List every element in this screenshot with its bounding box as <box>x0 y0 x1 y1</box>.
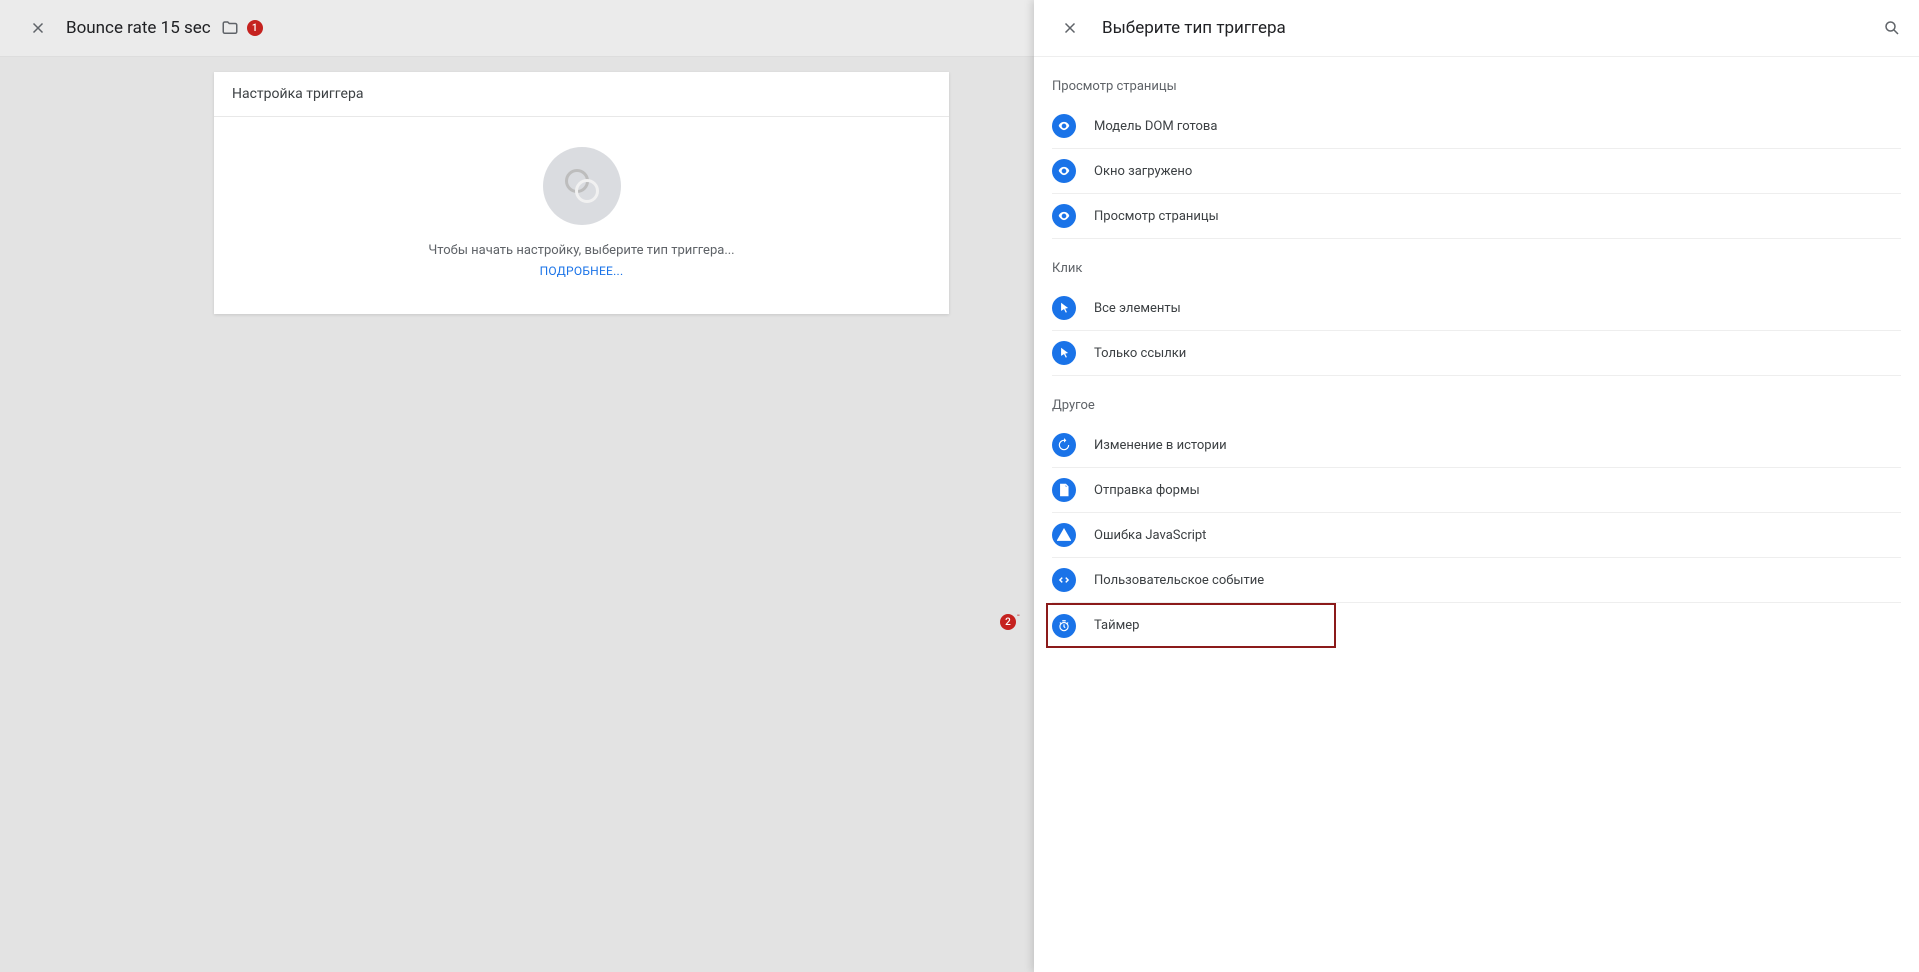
trigger-type-row[interactable]: Просмотр страницы <box>1052 194 1901 239</box>
eye-icon <box>1052 204 1076 228</box>
annotation-badge-2: 2 <box>1000 614 1016 630</box>
trigger-type-label: Окно загружено <box>1094 164 1192 179</box>
trigger-type-row[interactable]: Пользовательское событие <box>1052 558 1901 603</box>
eye-icon <box>1052 114 1076 138</box>
trigger-type-label: Ошибка JavaScript <box>1094 528 1206 543</box>
code-icon <box>1052 568 1076 592</box>
folder-icon[interactable] <box>221 19 239 37</box>
panel-title: Выберите тип триггера <box>1102 18 1883 38</box>
trigger-config-page: Bounce rate 15 sec 1 Настройка триггера … <box>0 0 1034 972</box>
close-icon[interactable] <box>1052 10 1088 46</box>
trigger-type-row[interactable]: Отправка формы <box>1052 468 1901 513</box>
search-icon[interactable] <box>1883 19 1901 37</box>
trigger-type-label: Отправка формы <box>1094 483 1200 498</box>
warning-icon <box>1052 523 1076 547</box>
page-header: Bounce rate 15 sec 1 <box>0 0 1034 57</box>
trigger-type-row[interactable]: Окно загружено <box>1052 149 1901 194</box>
trigger-type-row[interactable]: Изменение в истории <box>1052 423 1901 468</box>
trigger-type-row[interactable]: Таймер <box>1046 603 1336 648</box>
timer-icon <box>1052 614 1076 638</box>
section-label: Другое <box>1052 376 1919 423</box>
annotation-badge-1: 1 <box>247 20 263 36</box>
trigger-type-label: Изменение в истории <box>1094 438 1227 453</box>
trigger-type-panel: Выберите тип триггера Просмотр страницы М… <box>1034 0 1919 972</box>
trigger-type-row[interactable]: Все элементы <box>1052 286 1901 331</box>
placeholder-text: Чтобы начать настройку, выберите тип три… <box>428 243 734 258</box>
trigger-type-row[interactable]: Модель DOM готова <box>1052 104 1901 149</box>
section-label: Клик <box>1052 239 1919 286</box>
trigger-type-label: Все элементы <box>1094 301 1181 316</box>
placeholder-icon <box>543 147 621 225</box>
panel-body: Просмотр страницы Модель DOM готова Окно з… <box>1034 57 1919 648</box>
cursor-icon <box>1052 341 1076 365</box>
trigger-type-row[interactable]: Ошибка JavaScript <box>1052 513 1901 558</box>
trigger-config-card[interactable]: Настройка триггера Чтобы начать настройк… <box>214 72 949 314</box>
cursor-icon <box>1052 296 1076 320</box>
section-label: Просмотр страницы <box>1052 57 1919 104</box>
trigger-type-label: Только ссылки <box>1094 346 1186 361</box>
card-body: Чтобы начать настройку, выберите тип три… <box>214 117 949 314</box>
trigger-name[interactable]: Bounce rate 15 sec <box>66 18 211 38</box>
trigger-type-row[interactable]: Только ссылки <box>1052 331 1901 376</box>
close-icon[interactable] <box>20 10 56 46</box>
history-icon <box>1052 433 1076 457</box>
eye-icon <box>1052 159 1076 183</box>
trigger-type-label: Таймер <box>1094 618 1139 633</box>
trigger-type-label: Просмотр страницы <box>1094 209 1219 224</box>
card-title: Настройка триггера <box>214 72 949 117</box>
panel-header: Выберите тип триггера <box>1034 0 1919 57</box>
form-icon <box>1052 478 1076 502</box>
learn-more-link[interactable]: ПОДРОБНЕЕ... <box>540 264 624 278</box>
trigger-type-label: Пользовательское событие <box>1094 573 1264 588</box>
annotation-tick: - <box>1017 610 1021 614</box>
trigger-type-label: Модель DOM готова <box>1094 119 1217 134</box>
